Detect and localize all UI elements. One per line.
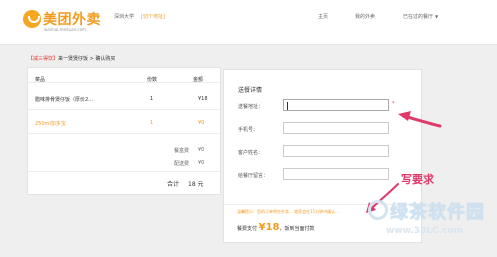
leaf-icon	[368, 200, 388, 220]
arrow-to-address-icon	[398, 111, 442, 128]
watermark-title: 绿茶软件园	[390, 202, 485, 223]
watermark-url: www.33LC.com	[386, 226, 463, 236]
annotation-text: 写要求	[401, 173, 434, 186]
